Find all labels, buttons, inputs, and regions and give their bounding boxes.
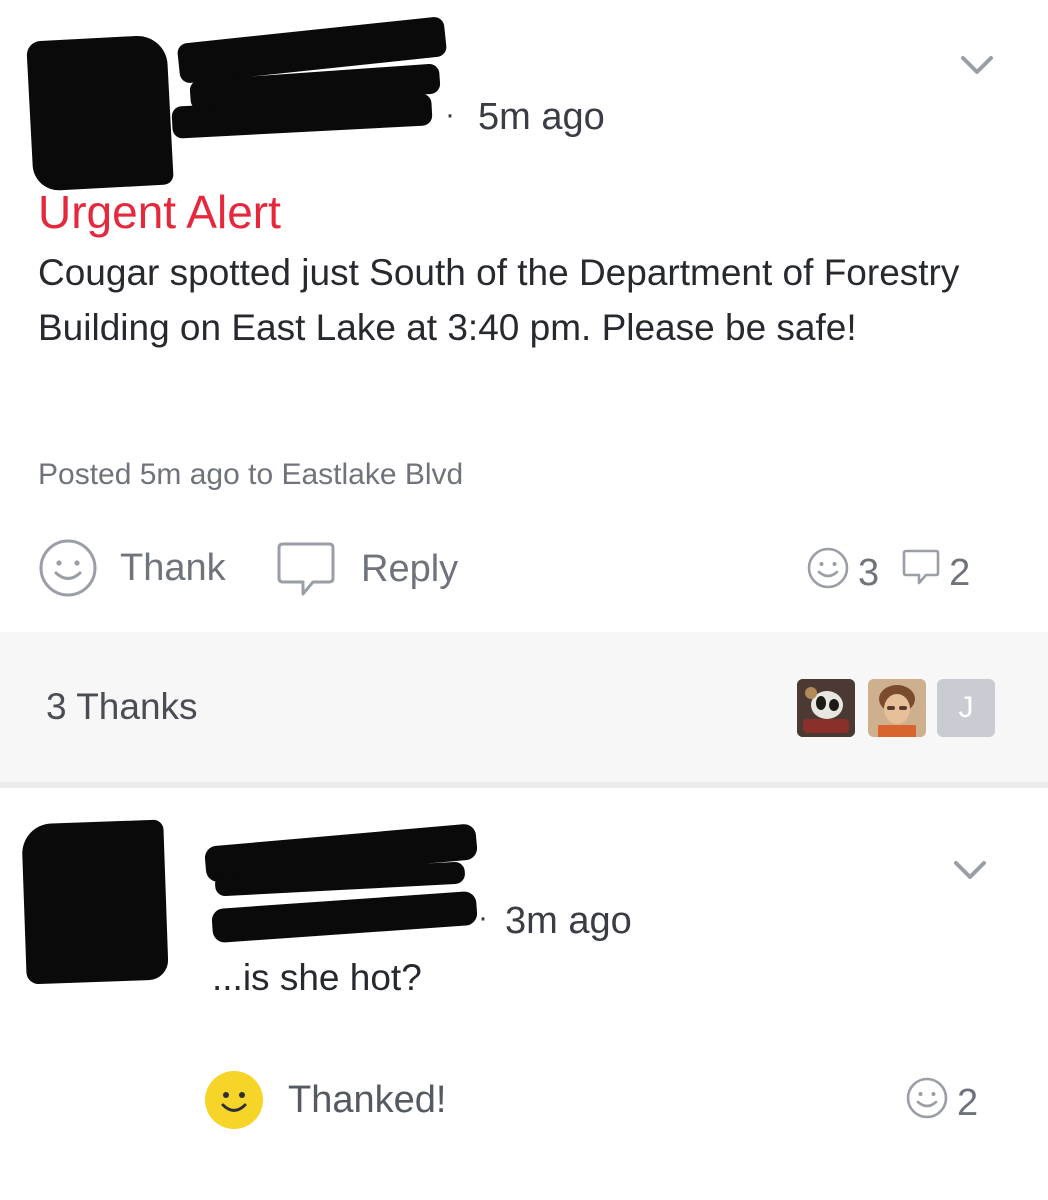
post-timestamp: 5m ago (478, 96, 605, 138)
thanks-bar-label: 3 Thanks (46, 686, 198, 727)
thank-button[interactable]: Thank (38, 538, 226, 598)
post-counts: 3 2 (806, 546, 970, 600)
reply-count-icon (901, 547, 941, 599)
reply-body: ...is she hot? (212, 957, 422, 998)
post-title: Urgent Alert (38, 186, 281, 238)
reply-label: Reply (361, 547, 459, 590)
post-meta: Posted 5m ago to Eastlake Blvd (38, 458, 464, 491)
post-body: Cougar spotted just South of the Departm… (38, 252, 960, 348)
separator-dot: · (478, 901, 488, 934)
reply-count: 2 (949, 551, 971, 594)
speech-bubble-icon (275, 538, 337, 600)
reply-counts: 2 (905, 1076, 978, 1130)
reply-options-chevron-icon[interactable] (948, 855, 992, 885)
thanks-bar[interactable]: 3 Thanks J (0, 632, 1048, 788)
thanked-smiley-icon (204, 1070, 264, 1130)
thanked-button[interactable]: Thanked! (204, 1070, 446, 1130)
thanked-label: Thanked! (288, 1078, 447, 1121)
smiley-count-icon (905, 1076, 949, 1130)
smiley-count-icon (806, 546, 850, 600)
reply-button[interactable]: Reply (275, 538, 458, 600)
avatar-photo-1[interactable] (797, 679, 855, 737)
reply-thanks-count: 2 (957, 1081, 979, 1124)
separator-dot: · (445, 98, 455, 131)
post-options-chevron-icon[interactable] (955, 50, 999, 80)
thank-label: Thank (120, 546, 226, 589)
reply-timestamp: 3m ago (505, 900, 632, 942)
thanks-count: 3 (858, 551, 880, 594)
avatar-photo-2[interactable] (868, 679, 926, 737)
avatar-initial-j[interactable]: J (937, 679, 995, 737)
smiley-icon (38, 538, 98, 598)
